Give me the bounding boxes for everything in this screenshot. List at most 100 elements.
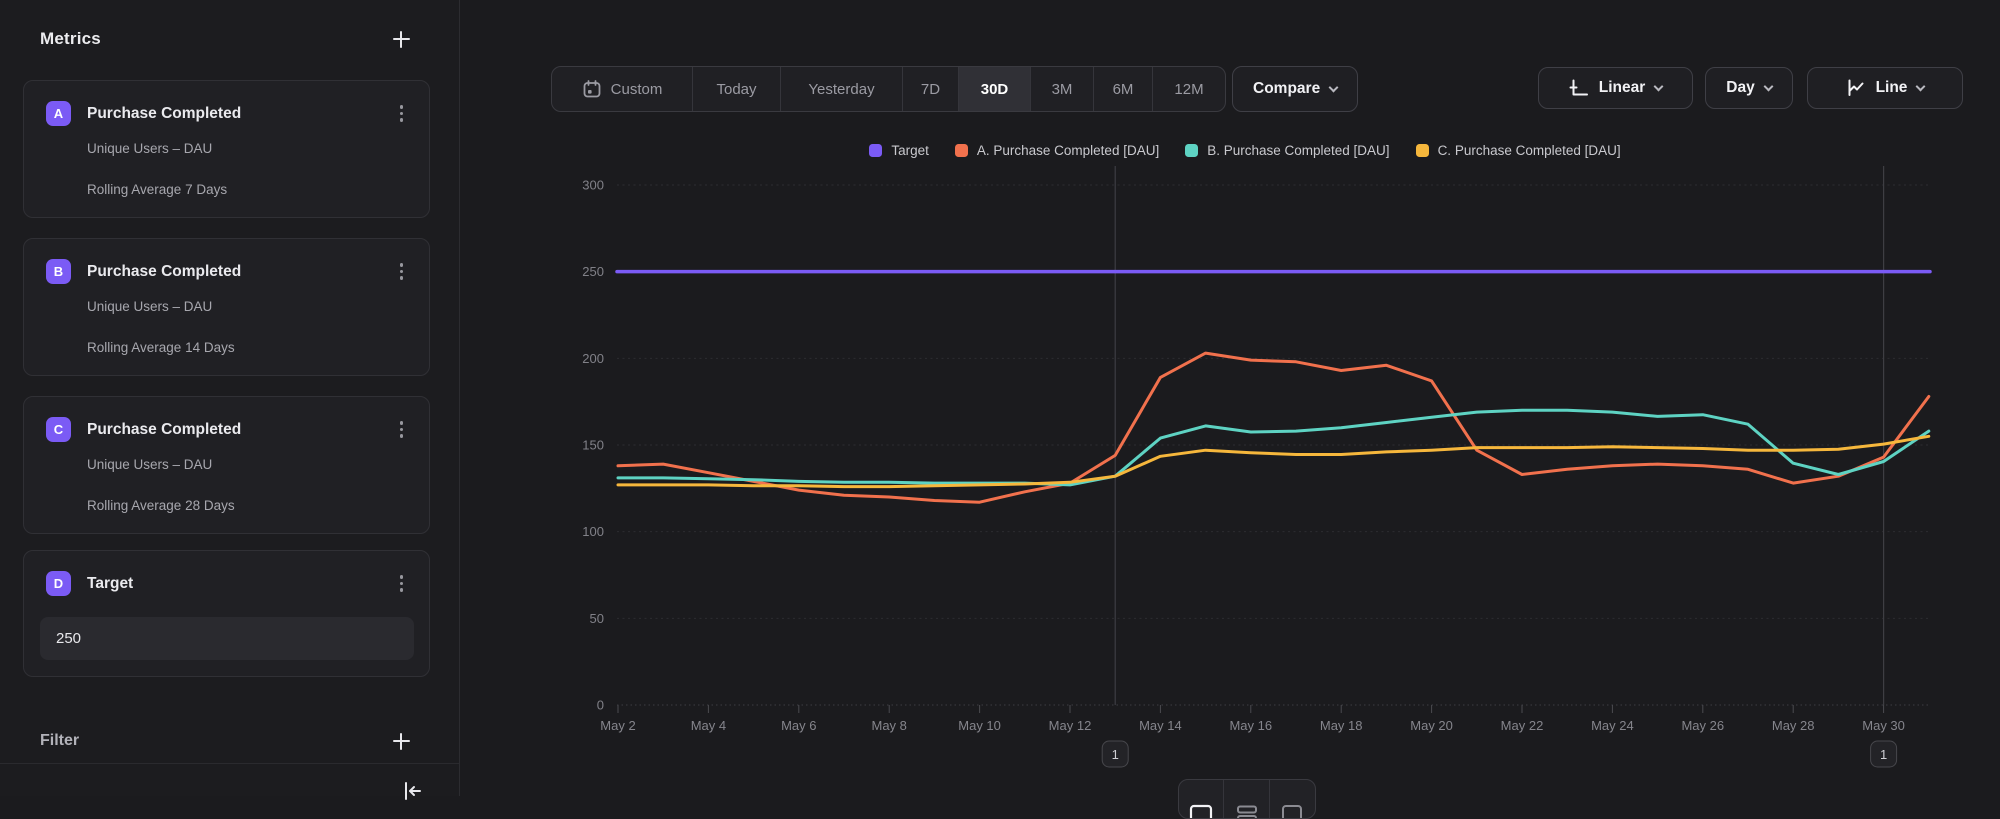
annotation-badge-label: 1 [1112, 747, 1119, 762]
x-axis-tick-label: May 26 [1681, 718, 1724, 733]
metric-badge: C [46, 417, 71, 442]
x-axis-tick-label: May 2 [600, 718, 635, 733]
y-axis-tick-label: 150 [582, 438, 604, 453]
x-axis-tick-label: May 16 [1229, 718, 1272, 733]
calendar-icon [582, 79, 602, 99]
chart-type-button[interactable]: Line [1807, 67, 1963, 109]
sidebar-footer-divider [0, 763, 459, 764]
collapse-sidebar-button[interactable] [400, 779, 424, 803]
range-label: Custom [611, 81, 663, 98]
metric-title: Purchase Completed [87, 421, 394, 439]
range-segment-3m[interactable]: 3M [1031, 67, 1094, 111]
range-label: 6M [1113, 81, 1134, 98]
x-axis-tick-label: May 4 [691, 718, 726, 733]
series-line[interactable] [618, 436, 1929, 486]
compare-label: Compare [1253, 80, 1320, 98]
kebab-menu-icon[interactable] [394, 101, 410, 126]
add-filter-button[interactable] [389, 729, 413, 753]
y-axis-tick-label: 250 [582, 264, 604, 279]
metric-rolling-average[interactable]: Rolling Average 28 Days [87, 498, 409, 513]
x-axis-tick-label: May 12 [1049, 718, 1092, 733]
scale-label: Linear [1599, 79, 1646, 97]
metric-card: A Purchase Completed Unique Users – DAU … [23, 80, 430, 218]
interval-button[interactable]: Day [1705, 67, 1793, 109]
range-label: 7D [921, 81, 940, 98]
metric-card: C Purchase Completed Unique Users – DAU … [23, 396, 430, 534]
y-axis-scale-button[interactable]: Linear [1538, 67, 1693, 109]
metrics-sidebar: Metrics A Purchase Completed Unique User… [0, 0, 460, 796]
target-title: Target [87, 575, 394, 593]
series-line[interactable] [618, 410, 1929, 485]
compare-button[interactable]: Compare [1232, 66, 1358, 112]
view-toggle-chart[interactable] [1179, 780, 1224, 818]
range-label: 3M [1052, 81, 1073, 98]
chevron-down-icon [1763, 81, 1773, 91]
table-view-icon [1235, 804, 1259, 819]
x-axis-tick-label: May 6 [781, 718, 816, 733]
range-segment-today[interactable]: Today [693, 67, 781, 111]
view-toggle-control [1178, 779, 1316, 819]
collapse-panel-icon [401, 780, 423, 802]
filter-section: Filter [40, 728, 413, 754]
chart-view-icon [1189, 804, 1213, 819]
add-metric-button[interactable] [389, 27, 413, 51]
date-range-control: Custom Today Yesterday 7D 30D 3M 6M 12M [551, 66, 1226, 112]
y-axis-tick-label: 300 [582, 178, 604, 193]
plus-icon [393, 31, 410, 48]
x-axis-tick-label: May 28 [1772, 718, 1815, 733]
metric-card-list: A Purchase Completed Unique Users – DAU … [23, 80, 430, 554]
x-axis-tick-label: May 22 [1501, 718, 1544, 733]
range-label: 12M [1174, 81, 1203, 98]
metric-badge: A [46, 101, 71, 126]
y-axis-tick-label: 0 [597, 698, 604, 713]
metrics-header: Metrics [40, 24, 413, 54]
metric-measurement[interactable]: Unique Users – DAU [87, 141, 409, 156]
metric-measurement[interactable]: Unique Users – DAU [87, 457, 409, 472]
range-segment-yesterday[interactable]: Yesterday [781, 67, 903, 111]
x-axis-tick-label: May 14 [1139, 718, 1182, 733]
y-axis-tick-label: 100 [582, 524, 604, 539]
linear-scale-icon [1569, 78, 1589, 98]
y-axis-tick-label: 50 [590, 611, 604, 626]
range-label: 30D [981, 81, 1009, 98]
chevron-down-icon [1916, 81, 1926, 91]
interval-label: Day [1726, 79, 1754, 97]
kebab-menu-icon[interactable] [394, 571, 410, 596]
filter-title: Filter [40, 732, 79, 750]
x-axis-tick-label: May 18 [1320, 718, 1363, 733]
metric-rolling-average[interactable]: Rolling Average 7 Days [87, 182, 409, 197]
range-label: Today [716, 81, 756, 98]
app-root: { "sidebar": { "title": "Metrics", "metr… [0, 0, 2000, 796]
chevron-down-icon [1654, 81, 1664, 91]
view-toggle-metric[interactable] [1270, 780, 1315, 818]
metric-title: Purchase Completed [87, 105, 394, 123]
target-value-input[interactable] [40, 617, 414, 660]
range-segment-7d[interactable]: 7D [903, 67, 959, 111]
x-axis-tick-label: May 24 [1591, 718, 1634, 733]
y-axis-tick-label: 200 [582, 351, 604, 366]
range-label: Yesterday [808, 81, 874, 98]
metric-view-icon [1280, 804, 1304, 819]
kebab-menu-icon[interactable] [394, 417, 410, 442]
metric-rolling-average[interactable]: Rolling Average 14 Days [87, 340, 409, 355]
chart-canvas[interactable]: 050100150200250300May 2May 4May 6May 8Ma… [560, 130, 2000, 796]
annotation-badge-label: 1 [1880, 747, 1887, 762]
range-segment-12m[interactable]: 12M [1153, 67, 1225, 111]
range-segment-6m[interactable]: 6M [1094, 67, 1153, 111]
metric-badge: D [46, 571, 71, 596]
metric-measurement[interactable]: Unique Users – DAU [87, 299, 409, 314]
line-chart-icon [1846, 78, 1866, 98]
range-segment-30d[interactable]: 30D [959, 67, 1031, 111]
x-axis-tick-label: May 10 [958, 718, 1001, 733]
metric-title: Purchase Completed [87, 263, 394, 281]
kebab-menu-icon[interactable] [394, 259, 410, 284]
range-segment-custom[interactable]: Custom [552, 67, 693, 111]
view-toggle-table[interactable] [1224, 780, 1269, 818]
x-axis-tick-label: May 30 [1862, 718, 1905, 733]
metric-card: B Purchase Completed Unique Users – DAU … [23, 238, 430, 376]
plus-icon [393, 733, 410, 750]
chevron-down-icon [1329, 82, 1339, 92]
series-line[interactable] [618, 353, 1929, 502]
x-axis-tick-label: May 20 [1410, 718, 1453, 733]
target-card: D Target [23, 550, 430, 677]
